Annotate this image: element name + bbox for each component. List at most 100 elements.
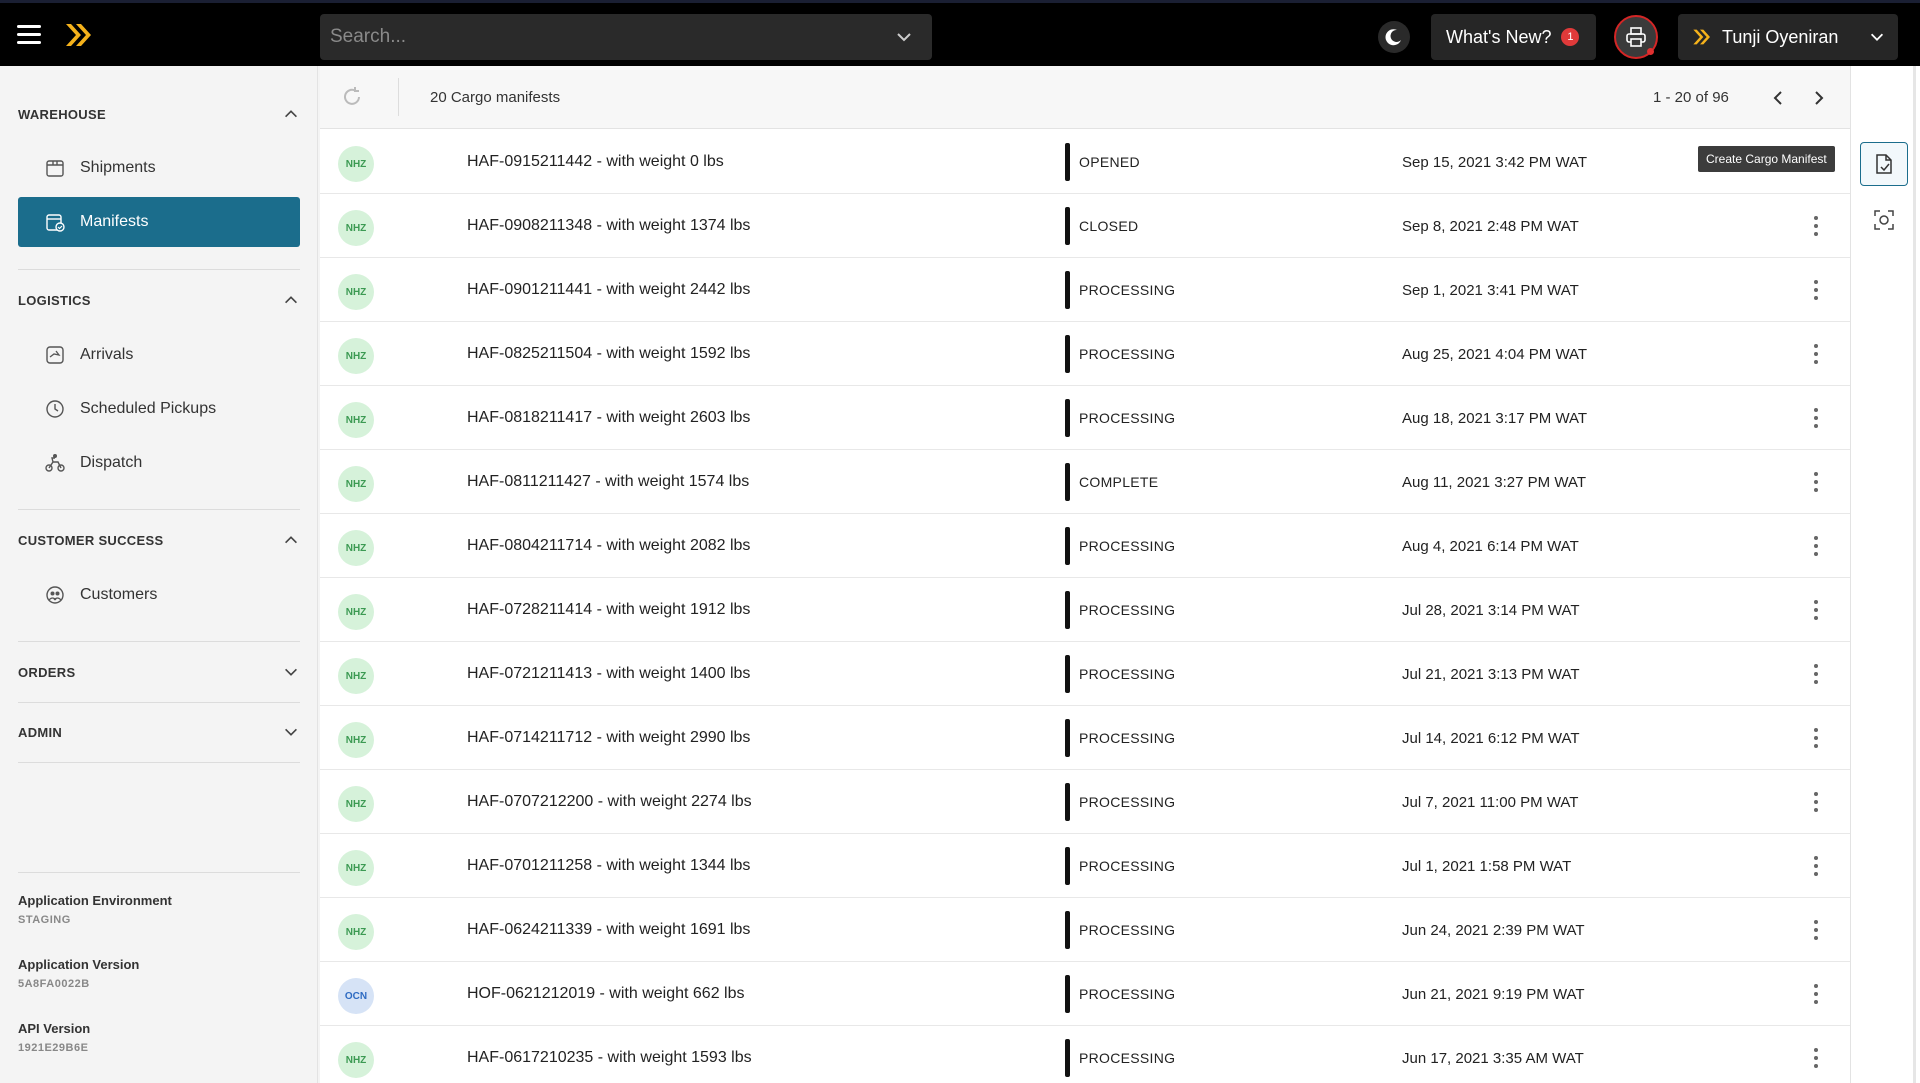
more-options-icon[interactable]	[1804, 726, 1828, 750]
manifest-title[interactable]: HAF-0701211258 - with weight 1344 lbs	[467, 834, 750, 898]
table-row[interactable]: NHZ HAF-0617210235 - with weight 1593 lbs…	[320, 1026, 1850, 1083]
dispatch-rider-icon	[44, 452, 66, 474]
more-options-icon[interactable]	[1804, 1046, 1828, 1070]
table-row[interactable]: NHZ HAF-0908211348 - with weight 1374 lbs…	[320, 194, 1850, 258]
app-environment: Application Environment STAGING	[18, 893, 172, 926]
status-badge: PROCESSING	[1079, 922, 1176, 938]
chevron-down-icon[interactable]	[282, 663, 300, 681]
more-options-icon[interactable]	[1804, 598, 1828, 622]
app-version: Application Version 5A8FA0022B	[18, 957, 139, 990]
api-version-value: 1921E29B6E	[18, 1042, 89, 1054]
sidebar-item-dispatch[interactable]: Dispatch	[18, 438, 300, 488]
sidebar-item-scheduled-pickups[interactable]: Scheduled Pickups	[18, 384, 300, 434]
create-manifest-button[interactable]	[1860, 142, 1908, 186]
manifest-title[interactable]: HAF-0714211712 - with weight 2990 lbs	[467, 706, 750, 770]
section-admin[interactable]: ADMIN	[18, 717, 300, 747]
status-indicator	[1065, 591, 1070, 629]
avatar: NHZ	[338, 210, 374, 246]
status-indicator	[1065, 271, 1070, 309]
manifest-date: Sep 8, 2021 2:48 PM WAT	[1402, 217, 1579, 235]
status-badge: OPENED	[1079, 154, 1140, 170]
more-options-icon[interactable]	[1804, 342, 1828, 366]
manifest-date: Aug 11, 2021 3:27 PM WAT	[1402, 473, 1586, 491]
table-row[interactable]: NHZ HAF-0721211413 - with weight 1400 lbs…	[320, 642, 1850, 706]
manifest-title[interactable]: HAF-0624211339 - with weight 1691 lbs	[467, 898, 750, 962]
chevron-up-icon[interactable]	[282, 531, 300, 549]
search-bar[interactable]	[320, 14, 932, 60]
divider	[18, 872, 300, 873]
manifest-title[interactable]: HAF-0721211413 - with weight 1400 lbs	[467, 642, 750, 706]
more-options-icon[interactable]	[1804, 918, 1828, 942]
manifest-title[interactable]: HAF-0825211504 - with weight 1592 lbs	[467, 322, 750, 386]
chevron-down-icon[interactable]	[282, 723, 300, 741]
table-row[interactable]: NHZ HAF-0714211712 - with weight 2990 lbs…	[320, 706, 1850, 770]
user-menu[interactable]: Tunji Oyeniran	[1678, 14, 1898, 60]
manifest-title[interactable]: HAF-0908211348 - with weight 1374 lbs	[467, 194, 750, 258]
table-row[interactable]: NHZ HAF-0701211258 - with weight 1344 lbs…	[320, 834, 1850, 898]
status-indicator	[1065, 975, 1070, 1013]
manifest-title[interactable]: HAF-0915211442 - with weight 0 lbs	[467, 130, 724, 194]
more-options-icon[interactable]	[1804, 406, 1828, 430]
manifest-title[interactable]: HAF-0617210235 - with weight 1593 lbs	[467, 1026, 752, 1083]
more-options-icon[interactable]	[1804, 214, 1828, 238]
table-row[interactable]: NHZ HAF-0804211714 - with weight 2082 lbs…	[320, 514, 1850, 578]
sidebar-item-arrivals[interactable]: Arrivals	[18, 330, 300, 380]
chevron-up-icon[interactable]	[282, 291, 300, 309]
table-row[interactable]: NHZ HAF-0707212200 - with weight 2274 lbs…	[320, 770, 1850, 834]
manifest-date: Sep 15, 2021 3:42 PM WAT	[1402, 153, 1588, 171]
more-options-icon[interactable]	[1804, 790, 1828, 814]
manifest-title[interactable]: HAF-0707212200 - with weight 2274 lbs	[467, 770, 752, 834]
sidebar-item-label: Scheduled Pickups	[80, 400, 217, 417]
scan-icon	[1874, 210, 1894, 230]
status-indicator	[1065, 655, 1070, 693]
chevron-left-icon[interactable]	[1768, 88, 1788, 108]
table-row[interactable]: NHZ HAF-0818211417 - with weight 2603 lbs…	[320, 386, 1850, 450]
manifest-title[interactable]: HAF-0818211417 - with weight 2603 lbs	[467, 386, 750, 450]
status-indicator	[1065, 399, 1070, 437]
more-options-icon[interactable]	[1804, 470, 1828, 494]
customers-icon	[44, 584, 66, 606]
search-input[interactable]	[330, 26, 894, 48]
sidebar-item-manifests[interactable]: Manifests	[18, 197, 300, 247]
table-row[interactable]: NHZ HAF-0811211427 - with weight 1574 lbs…	[320, 450, 1850, 514]
table-row[interactable]: NHZ HAF-0901211441 - with weight 2442 lbs…	[320, 258, 1850, 322]
manifest-title[interactable]: HAF-0811211427 - with weight 1574 lbs	[467, 450, 749, 514]
status-indicator	[1065, 1039, 1070, 1077]
manifest-title[interactable]: HOF-0621212019 - with weight 662 lbs	[467, 962, 745, 1026]
table-row[interactable]: NHZ HAF-0728211414 - with weight 1912 lbs…	[320, 578, 1850, 642]
section-warehouse[interactable]: WAREHOUSE	[18, 99, 300, 129]
refresh-icon[interactable]	[340, 85, 364, 109]
status-indicator	[1065, 527, 1070, 565]
table-row[interactable]: NHZ HAF-0825211504 - with weight 1592 lbs…	[320, 322, 1850, 386]
scrollbar[interactable]	[1913, 66, 1916, 1083]
scan-button[interactable]	[1868, 204, 1900, 236]
chevron-up-icon[interactable]	[282, 105, 300, 123]
more-options-icon[interactable]	[1804, 534, 1828, 558]
dark-mode-toggle[interactable]	[1378, 21, 1410, 53]
hamburger-menu-icon[interactable]	[17, 25, 41, 45]
manifest-title[interactable]: HAF-0728211414 - with weight 1912 lbs	[467, 578, 750, 642]
more-options-icon[interactable]	[1804, 278, 1828, 302]
table-row[interactable]: OCN HOF-0621212019 - with weight 662 lbs P…	[320, 962, 1850, 1026]
sidebar-item-shipments[interactable]: Shipments	[18, 143, 300, 193]
whats-new-button[interactable]: What's New? 1	[1431, 14, 1596, 60]
sidebar-item-customers[interactable]: Customers	[18, 570, 300, 620]
logo-icon[interactable]	[64, 22, 94, 48]
section-customer-success[interactable]: CUSTOMER SUCCESS	[18, 525, 300, 555]
chevron-down-icon[interactable]	[894, 27, 914, 47]
more-options-icon[interactable]	[1804, 662, 1828, 686]
manifest-title[interactable]: HAF-0804211714 - with weight 2082 lbs	[467, 514, 750, 578]
manifest-date: Jun 21, 2021 9:19 PM WAT	[1402, 985, 1585, 1003]
more-options-icon[interactable]	[1804, 982, 1828, 1006]
printer-button[interactable]	[1614, 15, 1658, 59]
section-logistics[interactable]: LOGISTICS	[18, 285, 300, 315]
table-row[interactable]: NHZ HAF-0915211442 - with weight 0 lbs OPE…	[320, 130, 1850, 194]
app-env-value: STAGING	[18, 914, 71, 926]
table-row[interactable]: NHZ HAF-0624211339 - with weight 1691 lbs…	[320, 898, 1850, 962]
section-orders[interactable]: ORDERS	[18, 657, 300, 687]
status-badge: PROCESSING	[1079, 986, 1176, 1002]
more-options-icon[interactable]	[1804, 854, 1828, 878]
manifest-title[interactable]: HAF-0901211441 - with weight 2442 lbs	[467, 258, 750, 322]
chevron-right-icon[interactable]	[1809, 88, 1829, 108]
status-badge: PROCESSING	[1079, 666, 1176, 682]
